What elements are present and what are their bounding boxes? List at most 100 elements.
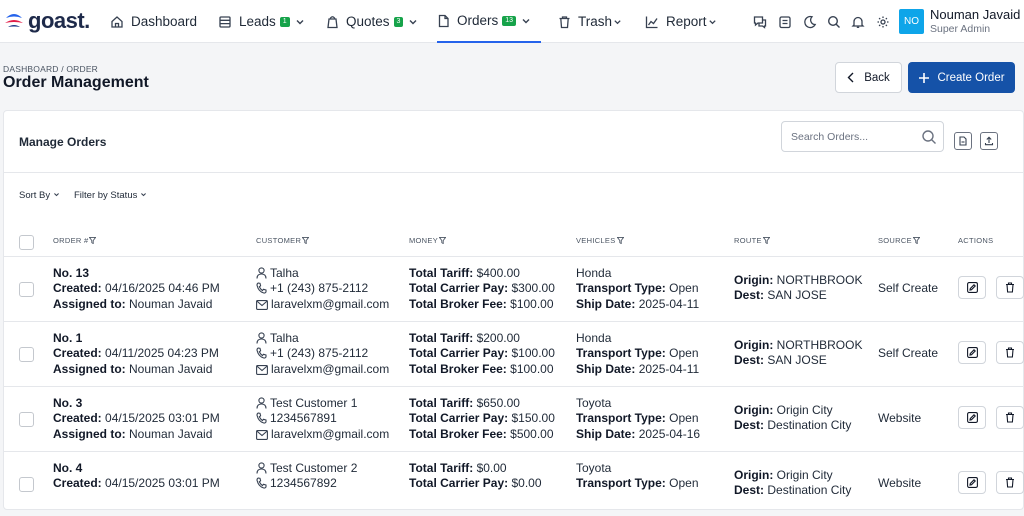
transport-label: Transport Type: <box>576 346 666 361</box>
created-date: 04/15/2025 03:01 PM <box>105 476 220 491</box>
table-row[interactable]: No. 13 Created: 04/16/2025 04:46 PM Assi… <box>4 256 1024 321</box>
nav-leads-label: Leads <box>239 14 276 29</box>
order-number[interactable]: No. 1 <box>53 331 82 345</box>
edit-button[interactable] <box>958 471 986 494</box>
upload-button[interactable] <box>980 132 998 150</box>
order-cell: No. 1 Created: 04/11/2025 04:23 PM Assig… <box>53 331 219 377</box>
chevron-down-icon <box>141 193 146 197</box>
customer-phone[interactable]: 1234567892 <box>270 476 337 490</box>
export-button[interactable] <box>954 132 972 150</box>
column-header-vehicles[interactable]: VEHICLES <box>576 236 624 245</box>
table-row[interactable]: No. 4 Created: 04/15/2025 03:01 PM Assig… <box>4 451 1024 516</box>
column-header-customer[interactable]: CUSTOMER <box>256 236 310 245</box>
nav-trash[interactable]: Trash <box>558 0 622 43</box>
assigned-user: Nouman Javaid <box>129 361 213 376</box>
chevron-down-icon <box>409 19 417 24</box>
user-avatar[interactable]: NO <box>899 9 924 34</box>
delete-button[interactable] <box>996 471 1024 494</box>
nav-dashboard[interactable]: Dashboard <box>110 0 197 43</box>
chevron-down-icon <box>53 193 59 197</box>
brand-logo[interactable]: goast. <box>4 8 90 34</box>
column-header-source[interactable]: SOURCE <box>878 236 921 245</box>
phone-icon <box>256 412 267 424</box>
total-carrier-pay: $150.00 <box>511 411 555 426</box>
origin-label: Origin: <box>734 273 774 287</box>
chat-icon[interactable] <box>753 15 767 29</box>
assigned-user: Nouman Javaid <box>129 296 213 311</box>
row-checkbox[interactable] <box>19 282 34 297</box>
delete-button[interactable] <box>996 406 1024 429</box>
column-order-label: ORDER # <box>53 236 89 245</box>
user-icon <box>256 397 267 409</box>
edit-button[interactable] <box>958 406 986 429</box>
order-number[interactable]: No. 3 <box>53 396 82 410</box>
bag-icon <box>327 15 338 28</box>
search-orders-input[interactable]: Search Orders... <box>781 121 944 152</box>
status-filter-dropdown[interactable]: Filter by Status <box>74 190 147 201</box>
file-export-icon <box>959 136 967 146</box>
column-header-order[interactable]: ORDER # <box>53 236 97 245</box>
create-order-button[interactable]: Create Order <box>908 62 1015 93</box>
notes-icon[interactable] <box>778 15 792 29</box>
origin-city: Origin City <box>776 468 833 482</box>
table-row[interactable]: No. 3 Created: 04/15/2025 03:01 PM Assig… <box>4 386 1024 451</box>
phone-icon <box>256 347 267 359</box>
quotes-count-badge: 3 <box>393 16 404 27</box>
money-cell: Total Tariff: $650.00 Total Carrier Pay:… <box>409 396 555 442</box>
filter-icon <box>616 237 624 245</box>
nav-report[interactable]: Report <box>645 0 717 43</box>
created-label: Created: <box>53 411 102 426</box>
edit-button[interactable] <box>958 276 986 299</box>
nav-quotes[interactable]: Quotes 3 <box>326 0 418 43</box>
customer-phone[interactable]: +1 (243) 875-2112 <box>270 281 368 295</box>
top-navbar: goast. Dashboard Leads 1 Quotes 3 Orders… <box>0 0 1024 43</box>
total-carrier-pay: $100.00 <box>511 346 555 361</box>
vehicle-make: Honda <box>576 266 612 280</box>
nav-orders[interactable]: Orders 13 <box>437 0 541 43</box>
source-cell: Self Create <box>878 346 938 361</box>
edit-button[interactable] <box>958 341 986 364</box>
customer-cell: Test Customer 1 1234567891 laravelxm@gma… <box>256 396 389 442</box>
search-icon[interactable] <box>827 15 841 29</box>
customer-phone[interactable]: 1234567891 <box>270 411 337 425</box>
back-button-label: Back <box>864 71 890 84</box>
sort-by-dropdown[interactable]: Sort By <box>19 190 60 201</box>
customer-email[interactable]: laravelxm@gmail.com <box>271 427 389 441</box>
created-label: Created: <box>53 476 102 491</box>
gear-icon[interactable] <box>876 15 890 29</box>
customer-name: Test Customer 2 <box>270 461 358 475</box>
delete-button[interactable] <box>996 341 1024 364</box>
row-checkbox[interactable] <box>19 477 34 492</box>
moon-icon[interactable] <box>803 15 817 29</box>
column-header-route[interactable]: ROUTE <box>734 236 771 245</box>
brand-mark-icon <box>5 14 23 27</box>
order-number[interactable]: No. 4 <box>53 461 82 475</box>
customer-email[interactable]: laravelxm@gmail.com <box>271 362 389 376</box>
money-cell: Total Tariff: $0.00 Total Carrier Pay: $… <box>409 461 542 492</box>
user-name[interactable]: Nouman Javaid <box>930 7 1020 22</box>
column-header-money[interactable]: MONEY <box>409 236 447 245</box>
user-role: Super Admin <box>930 23 991 35</box>
row-checkbox[interactable] <box>19 347 34 362</box>
search-icon <box>922 130 936 144</box>
vehicle-cell: Honda Transport Type: Open Ship Date: 20… <box>576 266 699 312</box>
vehicle-cell: Honda Transport Type: Open Ship Date: 20… <box>576 331 699 377</box>
customer-email[interactable]: laravelxm@gmail.com <box>271 297 389 311</box>
ship-date: 2025-04-11 <box>638 296 700 311</box>
assigned-user: Nouman Javaid <box>129 426 213 441</box>
bell-icon[interactable] <box>851 15 865 29</box>
row-checkbox[interactable] <box>19 412 34 427</box>
customer-phone[interactable]: +1 (243) 875-2112 <box>270 346 368 360</box>
phone-icon <box>256 477 267 489</box>
origin-city: Origin City <box>776 403 833 417</box>
nav-leads[interactable]: Leads 1 <box>218 0 305 43</box>
select-all-checkbox[interactable] <box>19 235 34 250</box>
delete-button[interactable] <box>996 276 1024 299</box>
nav-trash-label: Trash <box>578 14 613 29</box>
table-row[interactable]: No. 1 Created: 04/11/2025 04:23 PM Assig… <box>4 321 1024 386</box>
order-number[interactable]: No. 13 <box>53 266 89 280</box>
transport-type: Open <box>669 281 699 296</box>
dest-city: SAN JOSE <box>767 353 827 368</box>
back-button[interactable]: Back <box>835 62 902 93</box>
chevron-down-icon <box>296 19 304 24</box>
